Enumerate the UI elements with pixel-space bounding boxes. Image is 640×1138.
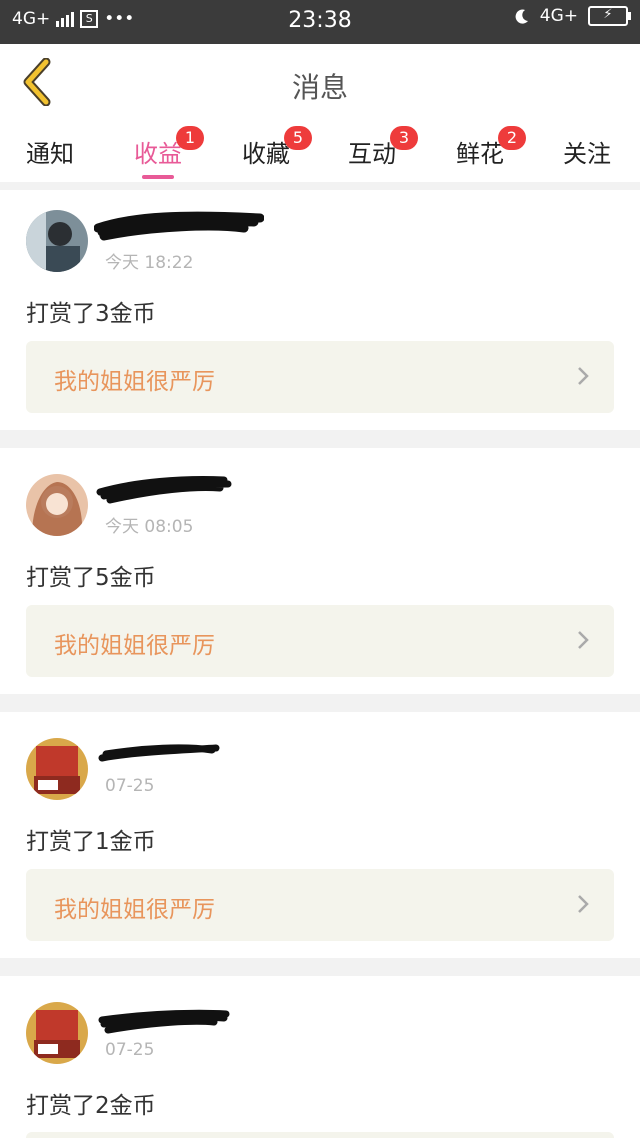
tab-interaction[interactable]: 互动 3 [348, 126, 418, 169]
tab-earnings[interactable]: 收益 1 [134, 126, 204, 179]
status-bar: 4G+ S ••• 23:38 4G+ ⚡ [0, 0, 640, 44]
redacted-username [96, 476, 232, 504]
tab-label: 鲜花 [456, 140, 504, 168]
timestamp: 07-25 [105, 1040, 155, 1060]
timestamp: 07-25 [105, 776, 155, 796]
moon-icon [515, 9, 528, 24]
page-title: 消息 [291, 71, 348, 104]
tab-label: 互动 [348, 140, 396, 168]
chevron-right-icon [578, 367, 589, 385]
tab-label: 收益 [134, 140, 182, 168]
reward-text: 打赏了5金币 [26, 565, 156, 591]
timestamp: 今天 18:22 [105, 253, 194, 273]
unread-badge: 5 [284, 126, 312, 150]
message-card: 07-25 打赏了2金币 [0, 976, 640, 1138]
chevron-right-icon [578, 895, 589, 913]
tab-notice[interactable]: 通知 [26, 134, 74, 169]
unread-badge: 2 [498, 126, 526, 150]
book-title: 我的姐姐很严厉 [54, 633, 215, 659]
unread-badge: 3 [390, 126, 418, 150]
message-card: 今天 18:22 打赏了3金币 我的姐姐很严厉 [0, 190, 640, 430]
message-card: 今天 08:05 打赏了5金币 我的姐姐很严厉 [0, 448, 640, 694]
tab-label: 关注 [563, 140, 611, 168]
avatar[interactable] [26, 738, 88, 800]
reward-text: 打赏了1金币 [26, 829, 156, 855]
chevron-right-icon [578, 631, 589, 649]
book-link[interactable] [26, 1132, 614, 1138]
book-link[interactable]: 我的姐姐很严厉 [26, 605, 614, 677]
redacted-username [98, 1009, 230, 1034]
tab-favorites[interactable]: 收藏 5 [242, 126, 312, 169]
book-title: 我的姐姐很严厉 [54, 897, 215, 923]
tab-flowers[interactable]: 鲜花 2 [456, 126, 526, 169]
book-title: 我的姐姐很严厉 [54, 369, 215, 395]
avatar[interactable] [26, 474, 88, 536]
tab-bar: 通知 收益 1 收藏 5 互动 3 鲜花 2 关注 [0, 120, 640, 182]
reward-text: 打赏了2金币 [26, 1093, 156, 1119]
reward-text: 打赏了3金币 [26, 301, 156, 327]
tab-label: 通知 [26, 140, 74, 168]
active-tab-indicator [142, 175, 174, 179]
unread-badge: 1 [176, 126, 204, 150]
nav-bar: 消息 [0, 44, 640, 120]
tab-following[interactable]: 关注 [563, 134, 611, 169]
tab-label: 收藏 [242, 140, 290, 168]
message-card: 07-25 打赏了1金币 我的姐姐很严厉 [0, 712, 640, 958]
book-link[interactable]: 我的姐姐很严厉 [26, 869, 614, 941]
status-right: 4G+ ⚡ [514, 6, 631, 26]
avatar[interactable] [26, 210, 88, 272]
redacted-username [94, 211, 264, 241]
avatar[interactable] [26, 1002, 88, 1064]
timestamp: 今天 08:05 [105, 517, 194, 537]
redacted-username [98, 744, 220, 762]
book-link[interactable]: 我的姐姐很严厉 [26, 341, 614, 413]
battery-icon: ⚡ [588, 6, 631, 26]
network-type-right: 4G+ [539, 6, 578, 26]
